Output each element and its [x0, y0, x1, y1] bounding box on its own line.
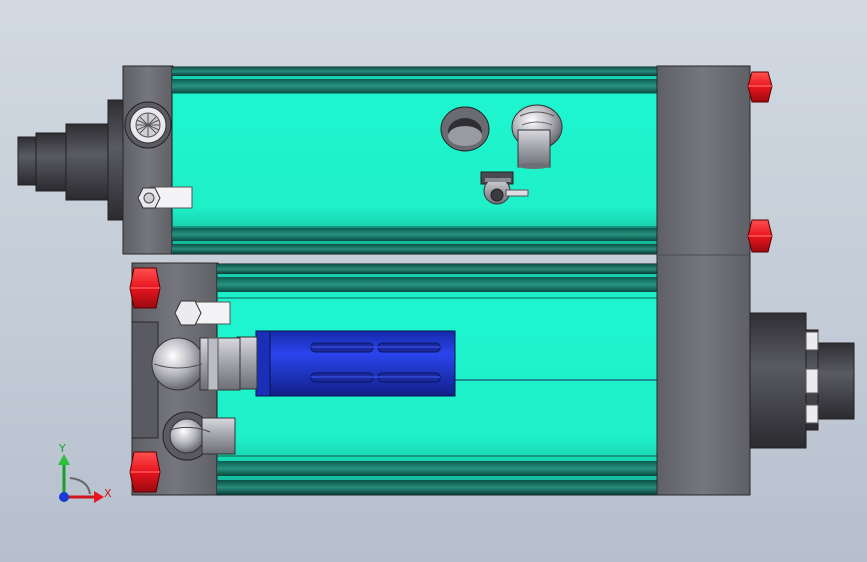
lower-elbow-fitting-icon [162, 411, 236, 461]
lower-cylinder[interactable] [131, 262, 659, 496]
collet-fitting-icon [124, 101, 172, 149]
right-boss-icon [749, 312, 855, 449]
hex-nut-icon [747, 71, 773, 103]
hex-nut-icon [747, 219, 773, 253]
axis-y-label: Y [58, 442, 66, 455]
ball-joint-fitting-icon [151, 337, 241, 391]
port-hole-icon [440, 106, 490, 152]
upper-left-boss [17, 99, 125, 221]
cad-3d-viewport[interactable]: Y X [0, 0, 867, 562]
upper-cylinder[interactable] [17, 65, 659, 255]
axis-x-label: X [104, 487, 112, 500]
axis-triad-icon [58, 454, 104, 503]
small-hex-pin-icon [137, 186, 193, 209]
piston-rod [236, 330, 456, 397]
hex-nut-icon [129, 451, 161, 493]
upper-cylinder-barrel [171, 66, 659, 255]
right-end-plate [656, 65, 751, 496]
upper-left-end-plate [122, 65, 174, 255]
lower-hex-pin-icon [174, 300, 231, 326]
hex-nut-icon [129, 267, 161, 309]
